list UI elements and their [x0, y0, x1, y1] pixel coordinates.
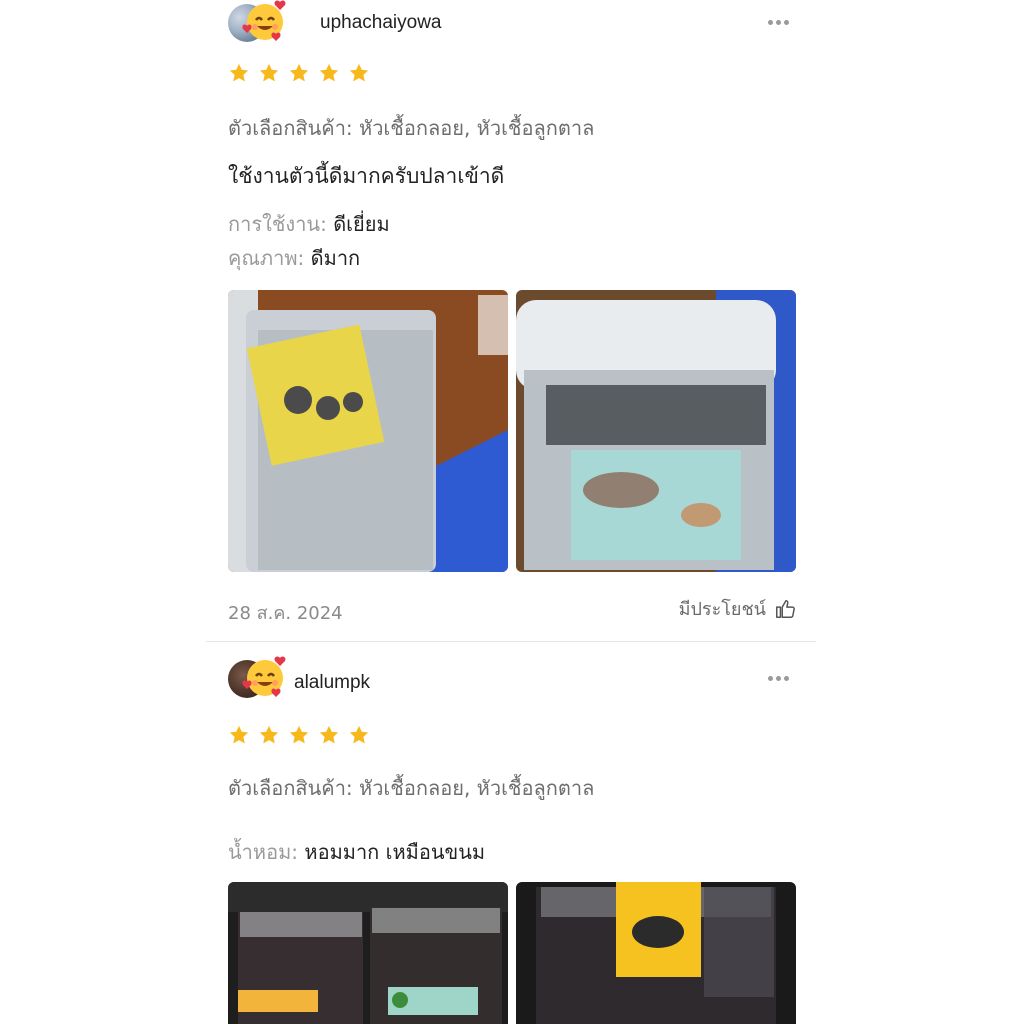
- review-date: 28 ส.ค. 2024: [228, 603, 343, 624]
- star-icon: [259, 63, 279, 82]
- more-options-icon[interactable]: [768, 666, 796, 681]
- review-photo[interactable]: [228, 290, 508, 572]
- star-icon: [229, 725, 249, 744]
- helpful-label: มีประโยชน์: [678, 599, 766, 620]
- more-options-icon[interactable]: [768, 10, 796, 25]
- review-card: uphachaiyowa ตัวเลือกสินค้า: หัวเชื้อกลอ…: [228, 0, 796, 624]
- attribute-key: คุณภาพ:: [228, 246, 305, 270]
- review-header: uphachaiyowa: [228, 0, 796, 48]
- star-icon: [320, 725, 339, 744]
- thumbs-up-icon: [776, 599, 795, 618]
- attribute-key: การใช้งาน:: [228, 212, 327, 236]
- username[interactable]: uphachaiyowa: [320, 12, 441, 34]
- star-icon: [290, 63, 309, 82]
- attribute-value: ดีมาก: [310, 246, 361, 270]
- review-photo[interactable]: [228, 882, 508, 1024]
- star-icon: [320, 63, 339, 82]
- star-icon: [229, 63, 249, 82]
- review-header: alalumpk: [228, 656, 796, 704]
- review-photo[interactable]: [516, 882, 796, 1024]
- attribute-key: น้ำหอม:: [228, 840, 299, 864]
- username[interactable]: alalumpk: [294, 672, 370, 694]
- star-icon: [259, 725, 279, 744]
- review-photos: [228, 290, 796, 572]
- rating-stars: [228, 62, 373, 84]
- review-card: alalumpk ตัวเลือกสินค้า: หัวเชื้อกลอย, ห…: [228, 656, 796, 1024]
- review-attribute: การใช้งาน: ดีเยี่ยม: [228, 208, 390, 240]
- attribute-value: หอมมาก เหมือนขนม: [304, 840, 486, 864]
- review-photos: [228, 882, 796, 1024]
- review-divider: [206, 641, 816, 642]
- product-variant: ตัวเลือกสินค้า: หัวเชื้อกลอย, หัวเชื้อลู…: [228, 116, 595, 140]
- smiling-face-with-hearts-emoji: [242, 0, 286, 41]
- review-photo[interactable]: [516, 290, 796, 572]
- product-variant: ตัวเลือกสินค้า: หัวเชื้อกลอย, หัวเชื้อลู…: [228, 776, 595, 800]
- star-icon: [350, 63, 369, 82]
- star-icon: [350, 725, 369, 744]
- star-icon: [290, 725, 309, 744]
- smiling-face-with-hearts-emoji: [242, 656, 286, 697]
- rating-stars: [228, 724, 373, 746]
- attribute-value: ดีเยี่ยม: [333, 212, 390, 236]
- helpful-button[interactable]: มีประโยชน์: [679, 594, 796, 623]
- review-comment: ใช้งานตัวนี้ดีมากครับปลาเข้าดี: [228, 164, 505, 188]
- review-attribute: น้ำหอม: หอมมาก เหมือนขนม: [228, 836, 485, 868]
- review-attribute: คุณภาพ: ดีมาก: [228, 242, 360, 274]
